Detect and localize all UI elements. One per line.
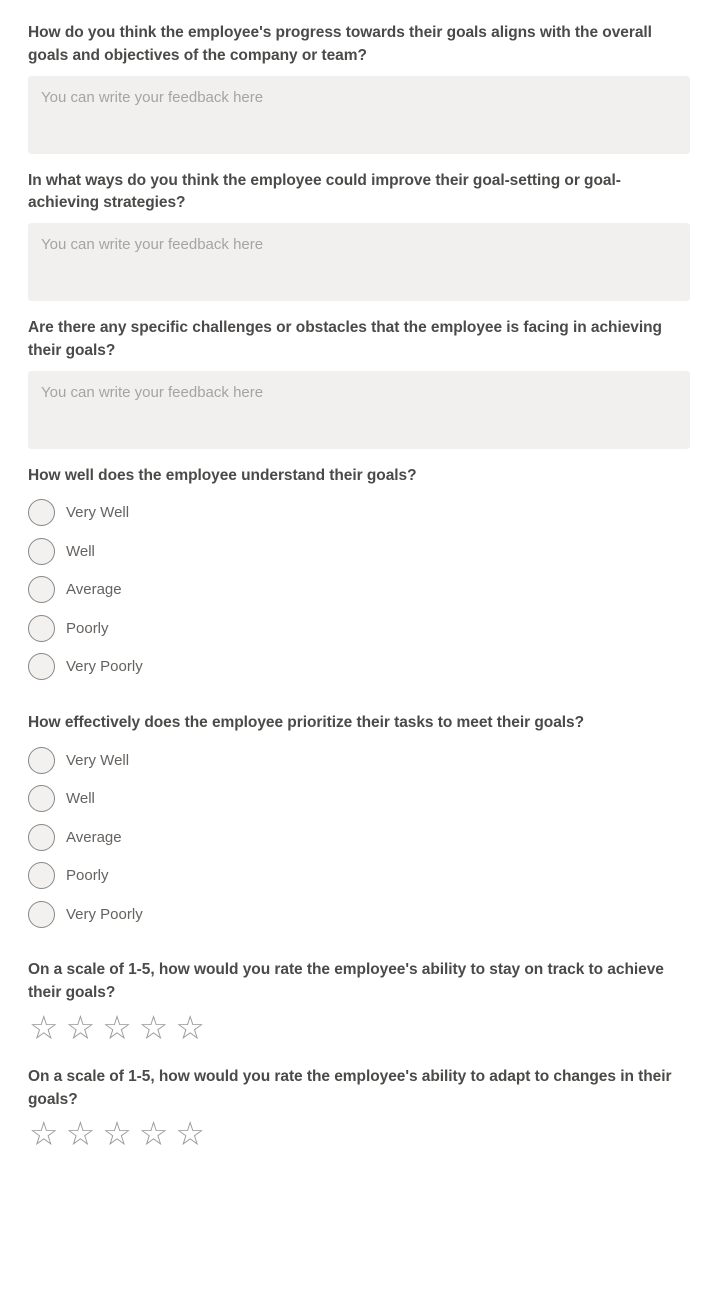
star-icon-4[interactable]: ☆ <box>139 1011 169 1044</box>
question-block-challenges-obstacles: Are there any specific challenges or obs… <box>0 317 718 449</box>
question-block-adapt-to-changes: On a scale of 1-5, how would you rate th… <box>0 1066 718 1151</box>
radio-circle-icon[interactable] <box>28 823 55 851</box>
question-title-improve-strategies: In what ways do you think the employee c… <box>28 171 621 212</box>
question-title-understand-goals: How well does the employee understand th… <box>28 466 417 484</box>
question-block-prioritize-tasks: How effectively does the employee priori… <box>0 712 718 933</box>
radio-group-understand-goals: Very Well Well Average Poorly Very Poorly <box>28 493 690 686</box>
radio-option-prioritize-tasks-1[interactable]: Well <box>28 779 690 818</box>
star-rating-adapt-to-changes: ☆ ☆ ☆ ☆ ☆ <box>29 1117 690 1150</box>
radio-circle-icon[interactable] <box>28 862 55 889</box>
radio-option-label: Very Poorly <box>66 905 143 923</box>
feedback-textarea-goals-alignment[interactable] <box>28 75 690 154</box>
star-icon-5[interactable]: ☆ <box>175 1117 205 1150</box>
radio-option-label: Well <box>66 790 95 807</box>
star-icon-3[interactable]: ☆ <box>102 1011 132 1044</box>
star-icon-2[interactable]: ☆ <box>66 1117 96 1150</box>
radio-option-prioritize-tasks-0[interactable]: Very Well <box>28 741 690 780</box>
radio-circle-icon[interactable] <box>28 785 55 812</box>
radio-option-label: Very Well <box>66 751 130 769</box>
star-icon-3[interactable]: ☆ <box>102 1117 132 1150</box>
star-icon-4[interactable]: ☆ <box>139 1117 169 1150</box>
radio-circle-icon[interactable] <box>28 614 55 642</box>
star-icon-1[interactable]: ☆ <box>29 1011 59 1044</box>
radio-circle-icon[interactable] <box>28 576 55 604</box>
radio-group-prioritize-tasks: Very Well Well Average Poorly Very Poorly <box>28 741 690 934</box>
radio-option-understand-goals-1[interactable]: Well <box>28 532 690 571</box>
question-title-stay-on-track: On a scale of 1-5, how would you rate th… <box>28 961 664 1002</box>
star-rating-stay-on-track: ☆ ☆ ☆ ☆ ☆ <box>29 1011 690 1044</box>
radio-option-understand-goals-2[interactable]: Average <box>28 570 690 609</box>
radio-circle-icon[interactable] <box>28 653 55 681</box>
radio-circle-icon[interactable] <box>28 900 55 928</box>
radio-option-label: Average <box>66 828 122 846</box>
feedback-textarea-improve-strategies[interactable] <box>28 223 690 302</box>
star-icon-5[interactable]: ☆ <box>175 1011 205 1044</box>
radio-option-understand-goals-3[interactable]: Poorly <box>28 609 690 648</box>
question-block-stay-on-track: On a scale of 1-5, how would you rate th… <box>0 959 718 1044</box>
radio-circle-icon[interactable] <box>28 746 55 774</box>
radio-option-label: Very Well <box>66 504 130 522</box>
radio-option-label: Very Poorly <box>66 658 143 676</box>
question-block-improve-strategies: In what ways do you think the employee c… <box>0 170 718 302</box>
radio-option-prioritize-tasks-2[interactable]: Average <box>28 818 690 857</box>
question-block-goals-alignment: How do you think the employee's progress… <box>0 22 718 154</box>
radio-circle-icon[interactable] <box>28 537 55 565</box>
radio-option-label: Average <box>66 581 122 599</box>
star-icon-2[interactable]: ☆ <box>66 1011 96 1044</box>
radio-option-prioritize-tasks-4[interactable]: Very Poorly <box>28 895 690 934</box>
radio-option-understand-goals-4[interactable]: Very Poorly <box>28 647 690 686</box>
radio-circle-icon[interactable] <box>28 499 55 527</box>
radio-option-label: Poorly <box>66 867 109 884</box>
question-title-challenges-obstacles: Are there any specific challenges or obs… <box>28 319 662 359</box>
question-title-prioritize-tasks: How effectively does the employee priori… <box>28 713 585 731</box>
radio-option-label: Well <box>66 542 95 560</box>
radio-option-prioritize-tasks-3[interactable]: Poorly <box>28 856 690 895</box>
question-title-adapt-to-changes: On a scale of 1-5, how would you rate th… <box>28 1067 672 1108</box>
feedback-textarea-challenges-obstacles[interactable] <box>28 370 690 449</box>
star-icon-1[interactable]: ☆ <box>29 1117 59 1150</box>
radio-option-understand-goals-0[interactable]: Very Well <box>28 493 690 532</box>
feedback-form: How do you think the employee's progress… <box>0 0 718 1150</box>
question-block-understand-goals: How well does the employee understand th… <box>0 465 718 686</box>
radio-option-label: Poorly <box>66 619 109 637</box>
question-title-goals-alignment: How do you think the employee's progress… <box>28 24 652 64</box>
